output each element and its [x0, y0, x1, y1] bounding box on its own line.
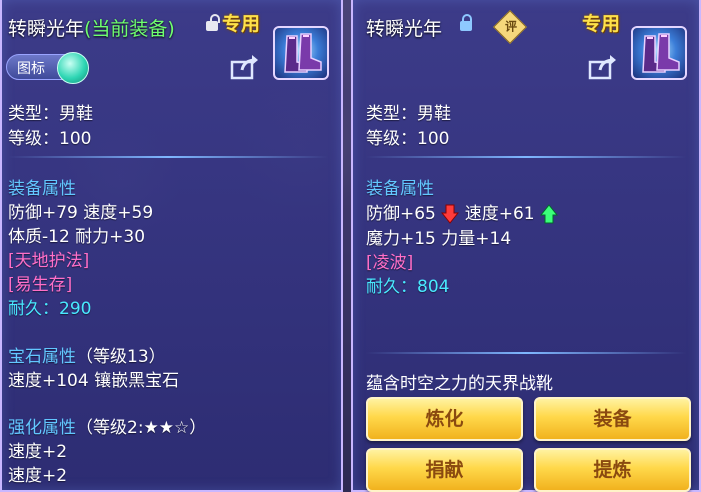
arrow-down-icon [441, 204, 460, 224]
enhance-header: 强化属性 [8, 418, 76, 438]
durability-line: 耐久：290 [8, 294, 91, 319]
durability-label: 耐久： [8, 299, 59, 319]
share-icon[interactable] [588, 54, 618, 80]
attr-header: 装备属性 [8, 179, 76, 199]
attr-header: 装备属性 [366, 179, 434, 199]
item-name: 转瞬光年 [8, 18, 85, 40]
item-title: 转瞬光年 [366, 18, 443, 40]
current-equipment-panel: 转瞬光年(当前装备) 专用 图标 类型：男鞋 等级：100 装备属性 防御+79… [0, 0, 343, 492]
defense-stat: 防御+65 [366, 204, 436, 224]
boots-icon [284, 33, 322, 73]
special-label: 专用 [582, 13, 621, 35]
item-title: 转瞬光年(当前装备) [8, 14, 175, 41]
gem-line: 速度+104 镶嵌黑宝石 [8, 371, 180, 391]
attr-line-1: 防御+65 速度+61 [366, 199, 559, 224]
durability-line: 耐久：804 [366, 272, 449, 297]
durability-value: 290 [59, 299, 92, 319]
attr-line-2: 魔力+15 力量+14 [366, 229, 512, 249]
special-skill-2: [易生存] [8, 275, 73, 295]
level-line: 等级：100 [8, 129, 92, 149]
special-label: 专用 [222, 13, 261, 35]
divider [8, 156, 328, 158]
item-boots-icon[interactable] [631, 26, 687, 80]
toggle-label: 图标 [17, 61, 45, 77]
refine-button[interactable]: 炼化 [366, 397, 523, 441]
item-boots-icon[interactable] [273, 26, 329, 80]
enhance-header-line: 强化属性（等级2:★★☆） [8, 413, 206, 438]
enhance-line-2: 速度+2 [8, 466, 68, 486]
arrow-up-icon [539, 204, 559, 224]
gem-header: 宝石属性 [8, 347, 76, 367]
divider [366, 156, 686, 158]
boots-icon [642, 33, 680, 73]
type-line: 类型：男鞋 [8, 104, 93, 124]
current-equip-status: (当前装备) [84, 18, 175, 40]
lock-icon[interactable] [460, 14, 472, 31]
attr-line-2: 体质-12 耐力+30 [8, 227, 146, 247]
type-line: 类型：男鞋 [366, 104, 451, 124]
special-skill-1: [凌波] [366, 253, 414, 273]
lock-open-icon[interactable] [206, 14, 220, 31]
durability-value: 804 [417, 277, 450, 297]
donate-button[interactable]: 捐献 [366, 448, 523, 492]
attr-line-1: 防御+79 速度+59 [8, 203, 154, 223]
divider [366, 352, 686, 354]
enhance-level: （等级2:★★☆） [76, 418, 207, 438]
special-skill-1: [天地护法] [8, 251, 90, 271]
enhance-line-1: 速度+2 [8, 442, 68, 462]
extract-button[interactable]: 提炼 [534, 448, 691, 492]
icon-toggle[interactable]: 图标 [6, 52, 89, 84]
rate-label: 评 [505, 19, 518, 34]
gem-level: （等级13） [76, 347, 166, 367]
item-description: 蕴含时空之力的天界战靴 [366, 374, 553, 394]
durability-label: 耐久： [366, 277, 417, 297]
share-icon[interactable] [230, 54, 260, 80]
equip-button[interactable]: 装备 [534, 397, 691, 441]
gem-header-line: 宝石属性（等级13） [8, 342, 166, 367]
speed-stat: 速度+61 [464, 204, 535, 224]
toggle-knob[interactable] [57, 52, 89, 84]
level-line: 等级：100 [366, 129, 450, 149]
